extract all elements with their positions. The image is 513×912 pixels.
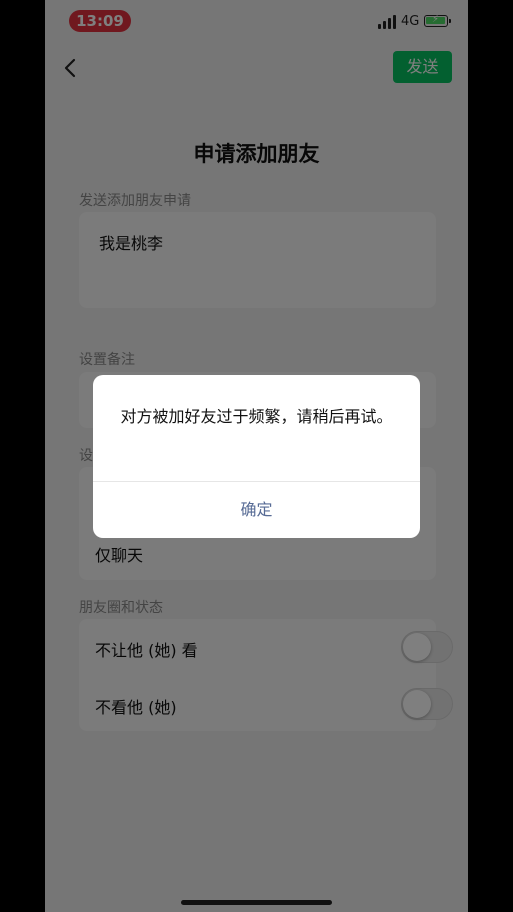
dialog-message: 对方被加好友过于频繁，请稍后再试。 [120,407,393,426]
home-indicator[interactable] [181,900,332,905]
alert-dialog: 对方被加好友过于频繁，请稍后再试。 确定 [93,375,420,538]
confirm-button[interactable]: 确定 [93,482,420,538]
phone-screen: 13:09 4G ⚡ 发送 申请添加朋友 发送添加朋友申请 我是桃李 设置备注 … [45,0,468,912]
